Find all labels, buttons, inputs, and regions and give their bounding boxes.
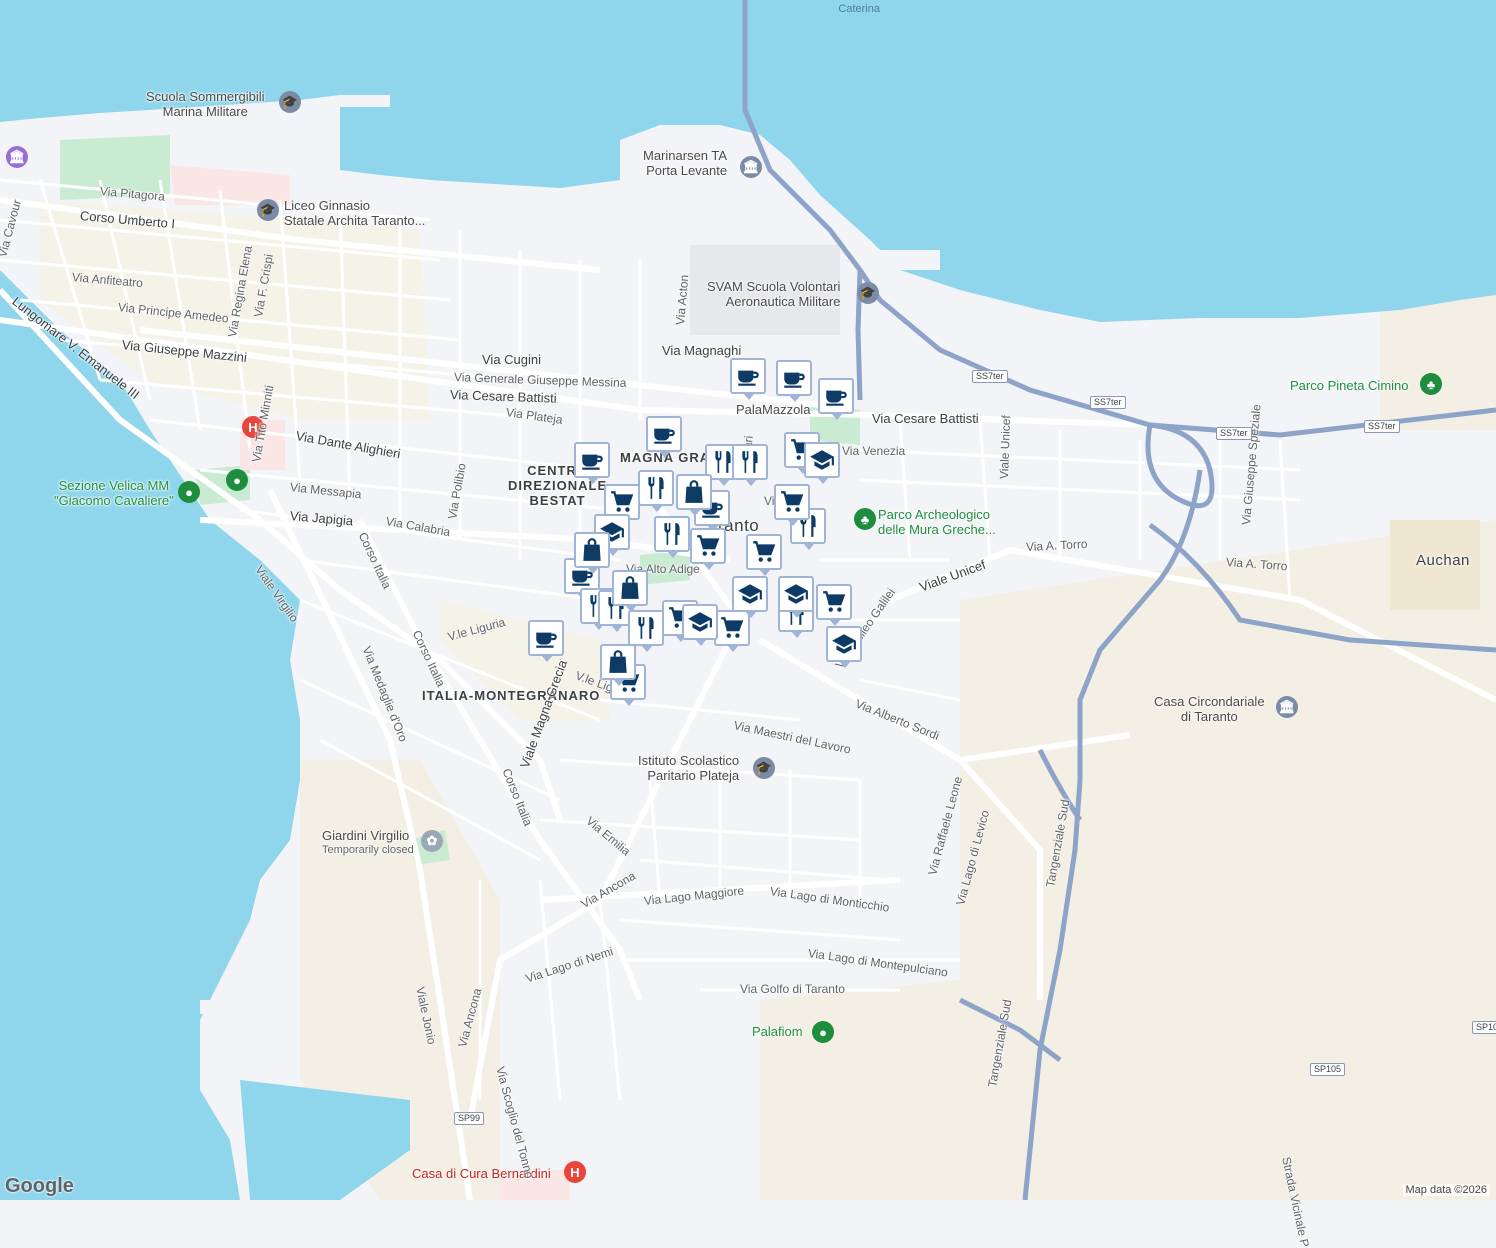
map-canvas[interactable] xyxy=(0,0,1496,1200)
